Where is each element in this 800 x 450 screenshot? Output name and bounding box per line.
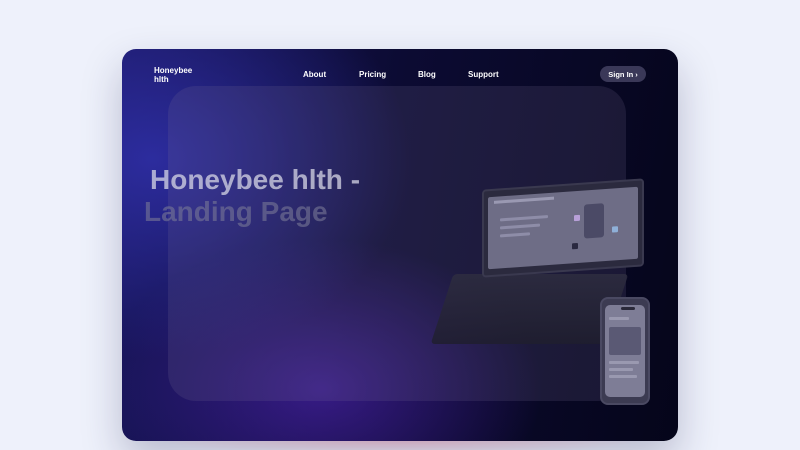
nav-link-about[interactable]: About — [303, 70, 326, 79]
hero-title-line-2: Landing Page — [144, 196, 328, 227]
logo-line-1: Honeybee — [154, 66, 193, 75]
device-mockups — [422, 178, 672, 409]
chevron-right-icon: › — [635, 69, 638, 79]
sign-in-label: Sign In — [608, 69, 634, 79]
hero-title-line-1: Honeybee hlth - — [150, 164, 361, 195]
brand-logo[interactable]: Honeybee hlth — [154, 66, 204, 84]
nav-link-pricing[interactable]: Pricing — [359, 70, 386, 79]
phone-mockup-icon — [600, 297, 650, 405]
nav-link-support[interactable]: Support — [468, 70, 499, 79]
sign-in-button[interactable]: Sign In › — [600, 66, 646, 82]
nav-link-blog[interactable]: Blog — [418, 70, 436, 79]
laptop-mockup-icon — [482, 178, 644, 278]
logo-line-2: hlth — [154, 75, 169, 84]
landing-page-preview: Honeybee hlth About Pricing Blog Support… — [122, 49, 678, 441]
top-nav: Honeybee hlth About Pricing Blog Support… — [122, 49, 678, 101]
laptop-keyboard — [430, 274, 629, 344]
hero-title: Honeybee hlth - Landing Page — [144, 164, 424, 228]
